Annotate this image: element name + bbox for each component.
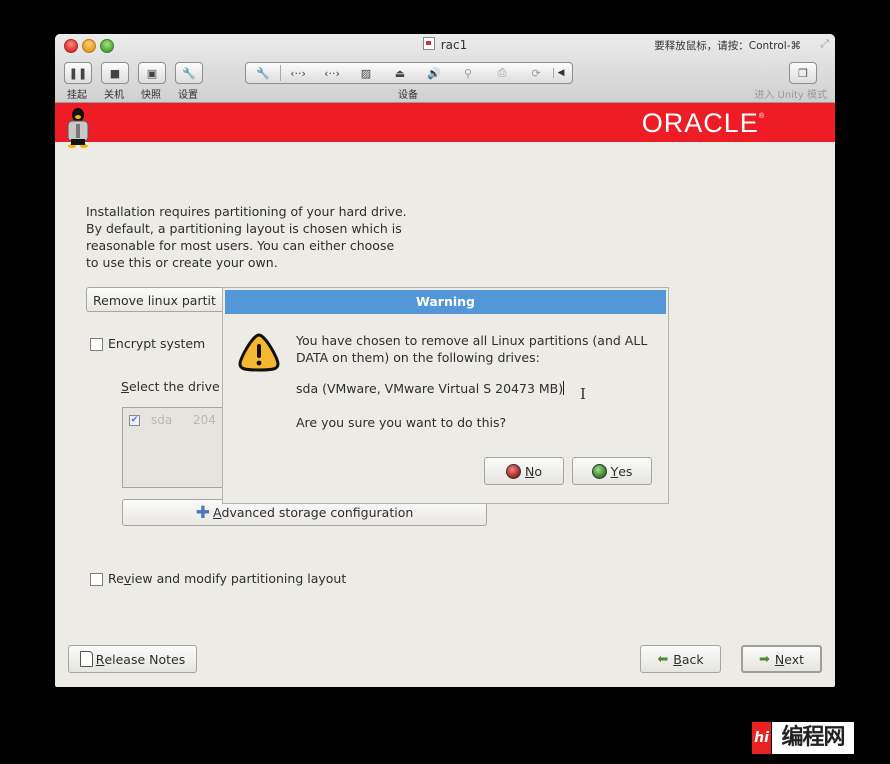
pause-icon: ❚❚ bbox=[68, 66, 88, 80]
network-adapter-2-icon[interactable]: ‹··› bbox=[315, 67, 349, 80]
review-partitioning-label: Review and modify partitioning layout bbox=[108, 571, 347, 586]
text-caret bbox=[563, 381, 565, 395]
shutdown-label: 关机 bbox=[104, 90, 124, 101]
watermark-text: 编程网 bbox=[772, 722, 854, 754]
sound-icon[interactable]: 🔊 bbox=[417, 67, 451, 80]
tux-logo-icon bbox=[67, 108, 89, 148]
dialog-question: Are you sure you want to do this? bbox=[296, 415, 507, 430]
vmware-window: rac1 要释放鼠标，请按：Control-⌘ ⤢ ❚❚ 挂起 ■ 关机 ▣ 快… bbox=[55, 34, 835, 687]
drive-name: sda bbox=[151, 413, 173, 427]
dialog-message: You have chosen to remove all Linux part… bbox=[296, 333, 648, 365]
oracle-banner: ORACLE® bbox=[55, 103, 835, 148]
cd-dvd-icon[interactable]: ⏏ bbox=[383, 67, 417, 80]
oracle-logo: ORACLE® bbox=[641, 108, 765, 138]
unity-icon: ❐ bbox=[798, 66, 808, 80]
release-mouse-hint: 要释放鼠标，请按：Control-⌘ bbox=[654, 40, 801, 52]
printer-icon[interactable]: ⎙ bbox=[485, 66, 519, 80]
drive-sda-checkbox[interactable]: ✔ bbox=[129, 415, 140, 426]
camera-icon[interactable]: ⟳ bbox=[519, 67, 553, 80]
usb-icon[interactable]: ⚲ bbox=[451, 67, 485, 80]
watermark-badge: hi bbox=[752, 722, 771, 754]
next-button[interactable]: ➡ Next bbox=[741, 645, 822, 673]
yes-button[interactable]: Yes bbox=[572, 457, 652, 485]
encrypt-system-label: Encrypt system bbox=[108, 336, 206, 351]
fullscreen-icon[interactable]: ⤢ bbox=[820, 37, 829, 51]
red-orb-icon bbox=[505, 463, 521, 479]
snapshot-label: 快照 bbox=[141, 90, 161, 101]
warning-icon bbox=[238, 333, 280, 372]
encrypt-system-checkbox[interactable] bbox=[90, 338, 103, 351]
no-button[interactable]: No bbox=[484, 457, 564, 485]
dialog-title: Warning bbox=[225, 290, 666, 314]
devices-label: 设备 bbox=[398, 90, 418, 101]
warning-dialog: Warning You have chosen to remove all Li… bbox=[222, 287, 669, 504]
stop-icon: ■ bbox=[109, 66, 121, 80]
intro-text: Installation requires partitioning of yo… bbox=[86, 204, 407, 270]
hard-disk-icon[interactable]: ▨ bbox=[349, 67, 383, 80]
arrow-left-icon: ⬅ bbox=[657, 651, 669, 667]
collapse-devices-arrow-icon[interactable]: ◀ bbox=[553, 68, 568, 78]
unity-mode-button[interactable]: ❐ bbox=[789, 62, 817, 84]
review-partitioning-checkbox[interactable] bbox=[90, 573, 103, 586]
document-icon bbox=[79, 651, 93, 667]
ibeam-cursor-icon: I bbox=[580, 385, 586, 403]
plus-icon: ✚ bbox=[195, 502, 210, 523]
release-notes-button[interactable]: Release Notes bbox=[68, 645, 197, 673]
wrench-icon: 🔧 bbox=[182, 66, 196, 80]
settings-button[interactable]: 🔧 bbox=[175, 62, 203, 84]
green-orb-icon bbox=[591, 463, 607, 479]
arrow-right-icon: ➡ bbox=[758, 651, 770, 667]
snapshot-button[interactable]: ▣ bbox=[138, 62, 166, 84]
devices-bar: 🔧 ‹··› ‹··› ▨ ⏏ 🔊 ⚲ ⎙ ⟳ ◀ bbox=[245, 62, 573, 84]
suspend-label: 挂起 bbox=[67, 90, 87, 101]
unity-mode-label: 进入 Unity 模式 bbox=[754, 90, 827, 101]
settings-label: 设置 bbox=[178, 90, 198, 101]
suspend-button[interactable]: ❚❚ bbox=[64, 62, 92, 84]
vmware-titlebar: rac1 要释放鼠标，请按：Control-⌘ ⤢ ❚❚ 挂起 ■ 关机 ▣ 快… bbox=[55, 34, 835, 103]
device-settings-icon[interactable]: 🔧 bbox=[246, 67, 280, 80]
vm-icon bbox=[422, 37, 435, 50]
back-button[interactable]: ⬅ Back bbox=[640, 645, 721, 673]
dialog-drive-line[interactable]: sda (VMware, VMware Virtual S 20473 MB) bbox=[296, 381, 565, 396]
shutdown-button[interactable]: ■ bbox=[101, 62, 129, 84]
drive-size: 204 bbox=[193, 413, 216, 427]
network-adapter-icon[interactable]: ‹··› bbox=[281, 67, 315, 80]
snapshot-icon: ▣ bbox=[146, 66, 158, 80]
select-drives-label: Select the drive bbox=[121, 379, 220, 394]
